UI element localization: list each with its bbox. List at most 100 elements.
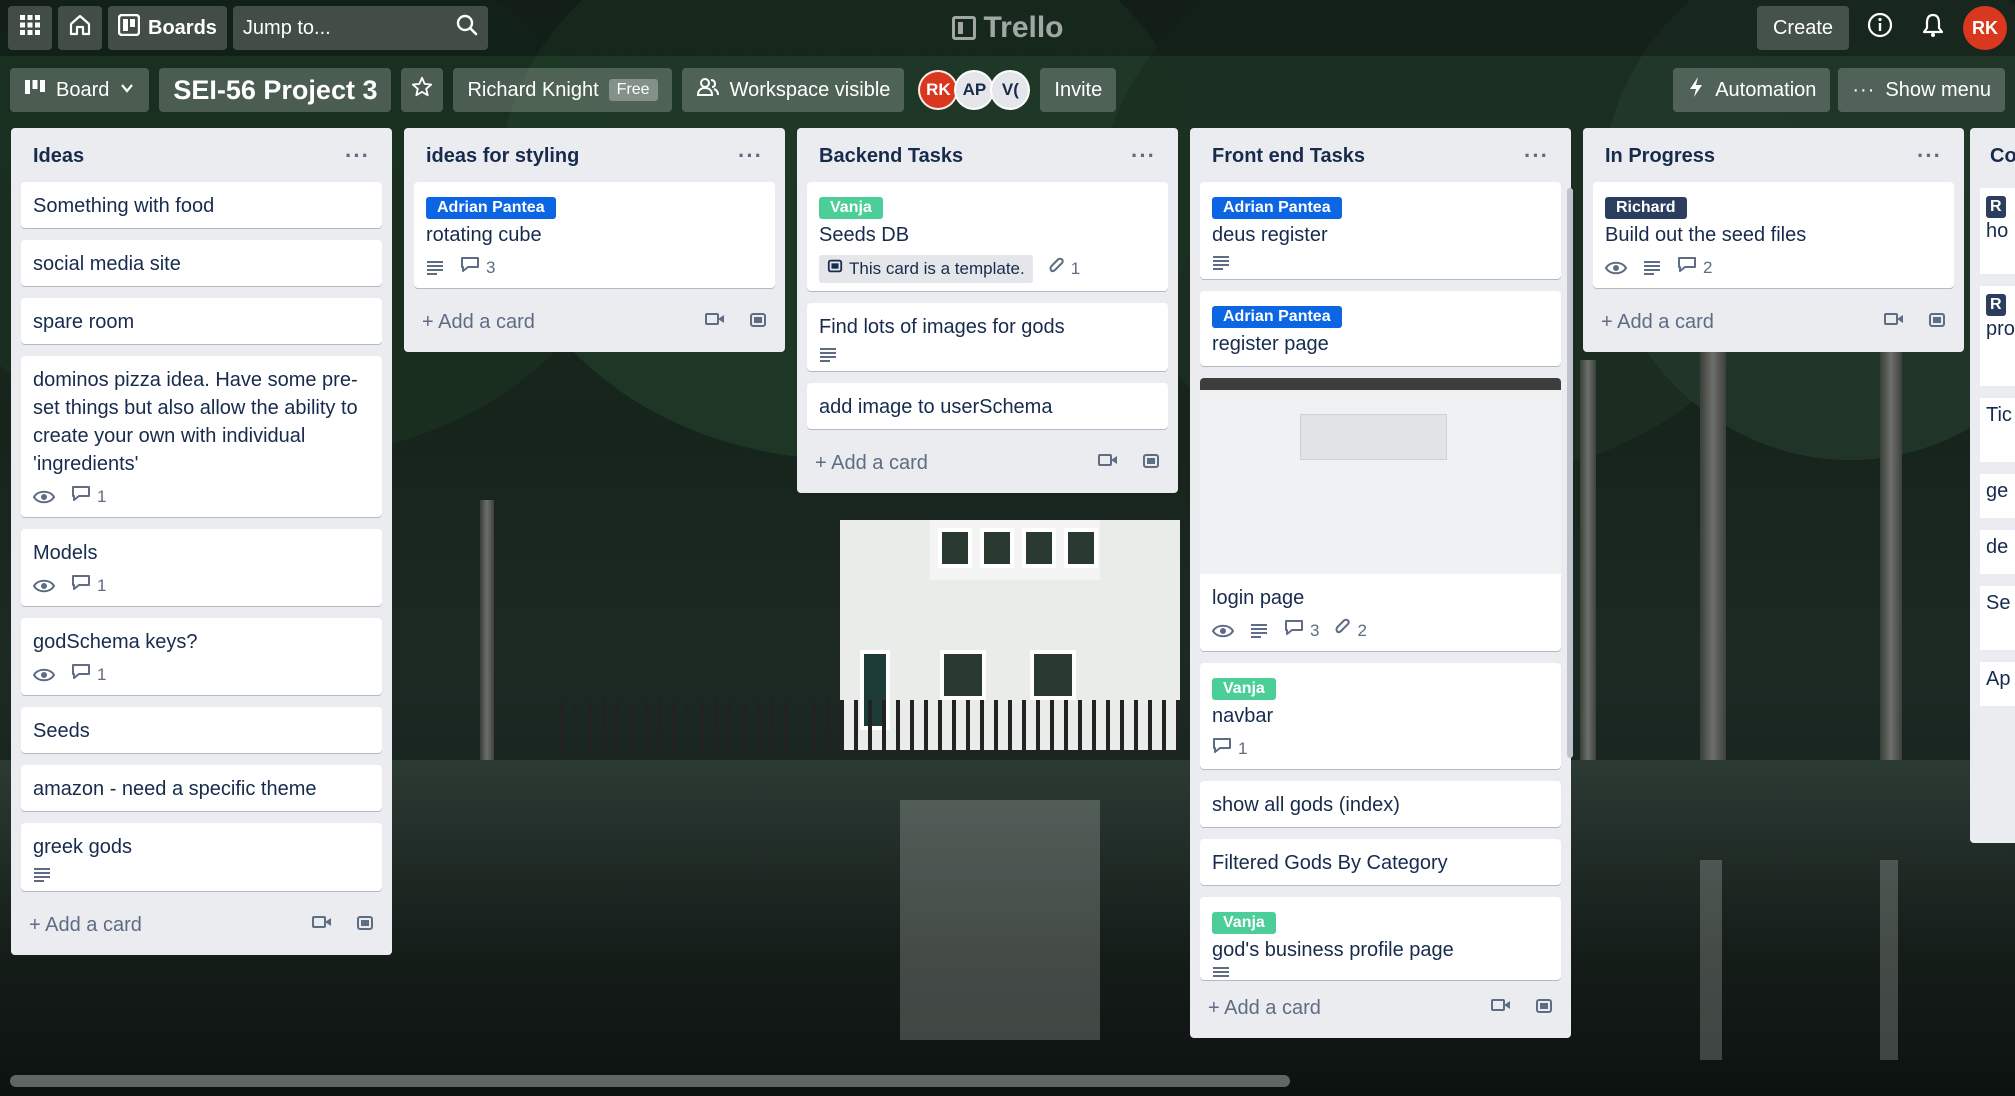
comment-count: 1: [97, 486, 107, 506]
description-icon: [1212, 255, 1230, 271]
card[interactable]: Richard Build out the seed files 2: [1593, 182, 1954, 288]
card[interactable]: amazon - need a specific theme: [21, 765, 382, 811]
template-icon[interactable]: [749, 311, 767, 334]
video-icon[interactable]: [312, 914, 332, 937]
card[interactable]: Models 1: [21, 529, 382, 606]
user-avatar[interactable]: RK: [1963, 6, 2007, 50]
member-avatar[interactable]: V(: [990, 70, 1031, 110]
card[interactable]: Seeds: [21, 707, 382, 753]
information-button[interactable]: [1857, 6, 1903, 50]
star-board-button[interactable]: [401, 68, 444, 112]
card[interactable]: Vanja Seeds DB This card is a template. …: [807, 182, 1168, 291]
card-label: Richard: [1605, 197, 1687, 219]
partial-card[interactable]: Ap: [1980, 662, 2015, 706]
trello-logo[interactable]: Trello: [951, 11, 1064, 45]
list-actions-icon[interactable]: ···: [738, 143, 763, 169]
list-actions-icon[interactable]: ···: [1524, 143, 1549, 169]
add-card-button[interactable]: + Add a card: [21, 903, 382, 947]
comments-badge: 1: [1212, 736, 1247, 761]
card[interactable]: godSchema keys? 1: [21, 618, 382, 695]
member-avatar[interactable]: AP: [954, 70, 995, 110]
invite-button[interactable]: Invite: [1040, 68, 1117, 112]
horizontal-scrollbar[interactable]: [10, 1075, 1290, 1087]
card[interactable]: spare room: [21, 298, 382, 344]
card[interactable]: Find lots of images for gods: [807, 303, 1168, 371]
card[interactable]: Vanja navbar 1: [1200, 663, 1561, 769]
visibility-button[interactable]: Workspace visible: [681, 68, 905, 112]
show-menu-button[interactable]: ··· Show menu: [1838, 68, 2005, 112]
template-icon[interactable]: [1928, 311, 1946, 334]
workspace-button[interactable]: Richard Knight Free: [453, 68, 672, 112]
list-actions-icon[interactable]: ···: [1131, 143, 1156, 169]
notifications-button[interactable]: [1911, 6, 1955, 50]
template-icon[interactable]: [356, 914, 374, 937]
card[interactable]: Vanja god's business profile page: [1200, 897, 1561, 980]
video-icon[interactable]: [1098, 452, 1118, 475]
attachments-badge: 1: [1049, 257, 1080, 282]
partial-card[interactable]: Tic: [1980, 398, 2015, 462]
jump-to-search[interactable]: Jump to...: [232, 6, 488, 50]
app-switcher-button[interactable]: [8, 6, 52, 50]
add-card-button[interactable]: + Add a card: [1200, 986, 1561, 1030]
card[interactable]: show all gods (index): [1200, 781, 1561, 827]
partial-list[interactable]: Co Rho Rpro Tic ge de Se Ap: [1970, 128, 2015, 843]
create-button[interactable]: Create: [1756, 6, 1849, 50]
list-header[interactable]: Ideas ···: [21, 136, 382, 176]
people-icon: [696, 77, 720, 103]
card[interactable]: login page 3 2: [1200, 378, 1561, 651]
add-card-label: Add a card: [831, 451, 928, 474]
comments-badge: 3: [460, 255, 495, 280]
template-icon[interactable]: [1535, 997, 1553, 1020]
template-text: This card is a template.: [849, 259, 1025, 278]
list: Backend Tasks ··· Vanja Seeds DB This ca…: [797, 128, 1178, 493]
visibility-label: Workspace visible: [729, 78, 891, 101]
card-title: Find lots of images for gods: [819, 316, 1065, 338]
list: Ideas ··· Something with food social med…: [11, 128, 392, 955]
add-card-button[interactable]: + Add a card: [1593, 300, 1954, 344]
card[interactable]: Adrian Pantea register page: [1200, 291, 1561, 366]
list-header[interactable]: In Progress ···: [1593, 136, 1954, 176]
video-icon[interactable]: [705, 311, 725, 334]
card[interactable]: social media site: [21, 240, 382, 286]
video-icon[interactable]: [1884, 311, 1904, 334]
partial-card[interactable]: Rho: [1980, 188, 2015, 274]
list-header[interactable]: ideas for styling ···: [414, 136, 775, 176]
card[interactable]: Adrian Pantea deus register: [1200, 182, 1561, 279]
card[interactable]: greek gods: [21, 823, 382, 891]
home-button[interactable]: [58, 6, 102, 50]
card[interactable]: dominos pizza idea. Have some pre-set th…: [21, 356, 382, 517]
card[interactable]: add image to userSchema: [807, 383, 1168, 429]
card[interactable]: Adrian Pantea rotating cube 3: [414, 182, 775, 288]
template-icon[interactable]: [1142, 452, 1160, 475]
card-label: Adrian Pantea: [426, 197, 556, 219]
list-title: Backend Tasks: [819, 144, 964, 167]
info-icon: [1867, 12, 1893, 44]
list-scrollbar[interactable]: [1567, 188, 1573, 758]
boards-button[interactable]: Boards: [108, 6, 227, 50]
list-header[interactable]: Backend Tasks ···: [807, 136, 1168, 176]
list-actions-icon[interactable]: ···: [1917, 143, 1942, 169]
video-icon[interactable]: [1491, 997, 1511, 1020]
board-title[interactable]: SEI-56 Project 3: [159, 68, 392, 112]
card[interactable]: Something with food: [21, 182, 382, 228]
partial-card[interactable]: ge: [1980, 474, 2015, 518]
comment-icon: [71, 662, 91, 687]
card[interactable]: Filtered Gods By Category: [1200, 839, 1561, 885]
automation-label: Automation: [1715, 78, 1817, 101]
automation-button[interactable]: Automation: [1673, 68, 1831, 112]
list-header[interactable]: Front end Tasks ···: [1200, 136, 1561, 176]
board-view-switcher[interactable]: Board: [10, 68, 150, 112]
add-card-button[interactable]: + Add a card: [807, 441, 1168, 485]
comment-count: 3: [1310, 620, 1320, 640]
partial-list-title: Co: [1990, 145, 2015, 167]
partial-card[interactable]: de: [1980, 530, 2015, 574]
workspace-name: Richard Knight: [467, 78, 599, 101]
card-title: greek gods: [33, 836, 132, 858]
member-avatar[interactable]: RK: [918, 70, 959, 110]
partial-card[interactable]: Se: [1980, 586, 2015, 650]
list-actions-icon[interactable]: ···: [345, 143, 370, 169]
board-header: Board SEI-56 Project 3 Richard Knight Fr…: [0, 62, 2015, 118]
partial-card[interactable]: Rpro: [1980, 286, 2015, 386]
add-card-button[interactable]: + Add a card: [414, 300, 775, 344]
list-title: ideas for styling: [426, 144, 580, 167]
